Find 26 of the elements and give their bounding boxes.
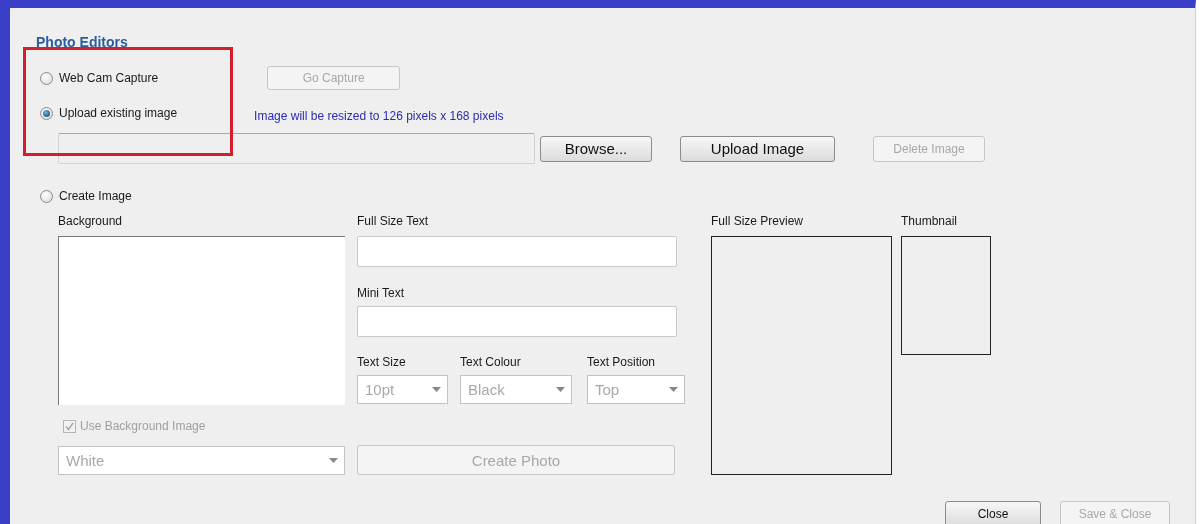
field-label: Full Size Preview — [711, 213, 804, 229]
radio-icon[interactable] — [40, 71, 53, 85]
field-label: Text Position — [587, 354, 656, 370]
button[interactable]: Browse... — [540, 135, 652, 162]
caret-icon — [556, 387, 565, 392]
field-label: Mini Text — [357, 285, 405, 301]
radio-option[interactable]: Create Image — [40, 186, 132, 206]
field-label: Full Size Text — [357, 213, 429, 229]
caret-icon — [432, 387, 441, 392]
button[interactable]: Close — [945, 501, 1041, 524]
resize-note: Image will be resized to 126 pixels x 168 pixels — [254, 109, 504, 123]
radio-option[interactable]: Web Cam Capture — [40, 68, 159, 88]
field-label: Text Size — [357, 354, 406, 370]
caret-icon — [329, 458, 338, 463]
window-title: Photo Editors — [36, 33, 128, 51]
file-path-field[interactable] — [58, 133, 535, 164]
field-label: Thumbnail — [901, 213, 958, 229]
mini-text-field[interactable] — [357, 306, 677, 337]
caret-icon — [669, 387, 678, 392]
button[interactable]: Upload Image — [680, 135, 835, 162]
full-size-text-field[interactable] — [357, 236, 677, 267]
radio-icon[interactable] — [40, 189, 53, 203]
radio-icon[interactable] — [40, 106, 53, 120]
field-label: Text Colour — [460, 354, 521, 370]
field-label: Background — [58, 213, 123, 229]
radio-option[interactable]: Upload existing image — [40, 103, 178, 123]
